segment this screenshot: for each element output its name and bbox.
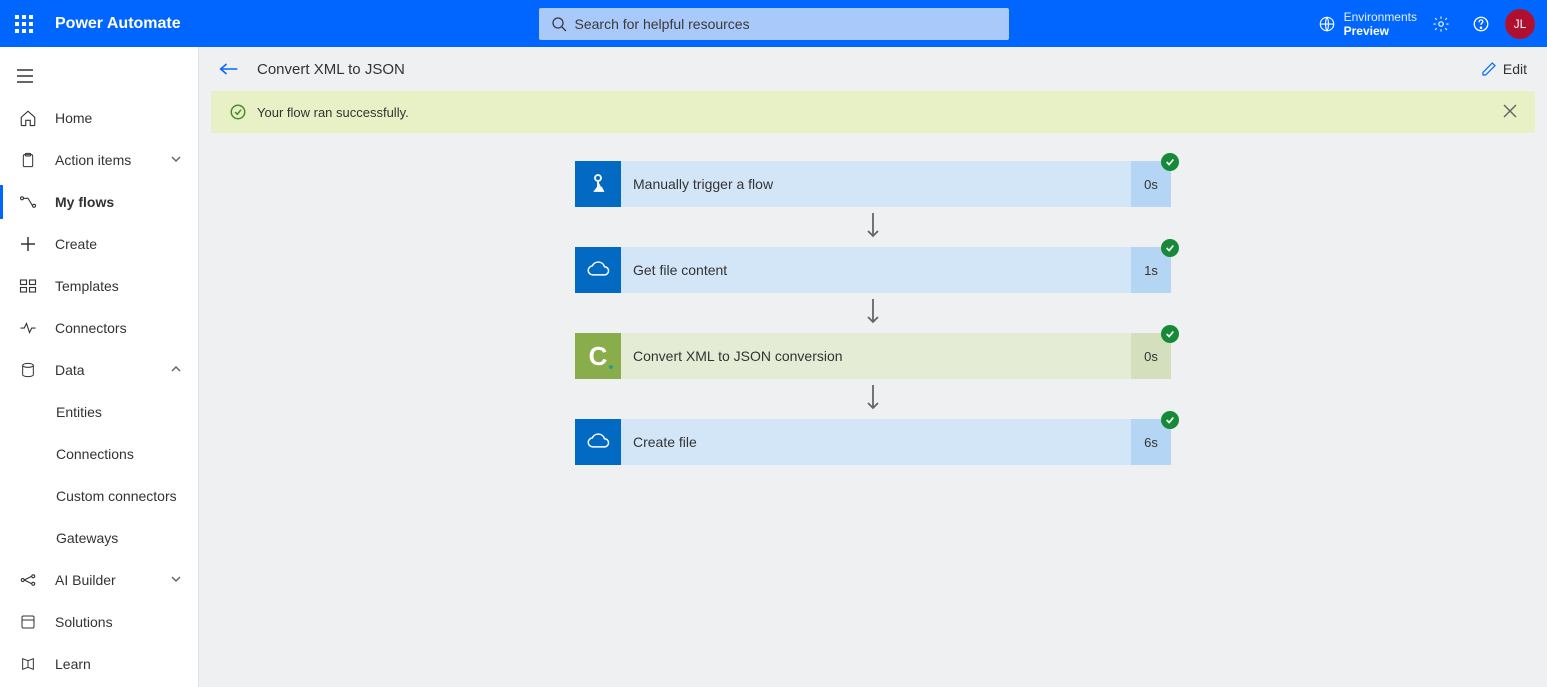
step-label: Convert XML to JSON conversion	[621, 333, 1131, 379]
env-label: Environments	[1344, 10, 1417, 24]
edit-button[interactable]: Edit	[1481, 61, 1527, 77]
search-container	[539, 8, 1009, 40]
app-launcher-button[interactable]	[0, 0, 47, 47]
success-badge-icon	[1161, 411, 1179, 429]
chevron-down-icon	[170, 573, 182, 585]
banner-text: Your flow ran successfully.	[257, 105, 409, 120]
step-icon	[575, 247, 621, 293]
nav-label: Create	[55, 236, 97, 252]
flow-arrow-icon	[866, 207, 880, 247]
titlebar: Convert XML to JSON Edit	[199, 47, 1547, 91]
gear-icon	[1432, 15, 1450, 33]
nav-learn[interactable]: Learn	[0, 643, 198, 685]
nav-action-items[interactable]: Action items	[0, 139, 198, 181]
nav-label: My flows	[55, 194, 114, 210]
close-icon	[1503, 104, 1517, 118]
banner-close-button[interactable]	[1503, 104, 1517, 121]
nav-label: Gateways	[56, 530, 118, 546]
nav-connections[interactable]: Connections	[0, 433, 198, 475]
step-label: Create file	[621, 419, 1131, 465]
page-title: Convert XML to JSON	[257, 61, 405, 78]
settings-button[interactable]	[1425, 8, 1457, 40]
back-button[interactable]	[219, 61, 239, 77]
nav-home[interactable]: Home	[0, 97, 198, 139]
success-banner: Your flow ran successfully.	[211, 91, 1535, 133]
nav-label: Solutions	[55, 614, 113, 630]
sidebar: Home Action items My flows Create Templa…	[0, 47, 199, 687]
step-label: Get file content	[621, 247, 1131, 293]
nav-label: Action items	[55, 152, 131, 168]
chevron-up-icon	[170, 363, 182, 375]
nav-my-flows[interactable]: My flows	[0, 181, 198, 223]
nav-label: Connectors	[55, 320, 127, 336]
nav-label: Learn	[55, 656, 91, 672]
main-content: Convert XML to JSON Edit Your flow ran s…	[199, 47, 1547, 687]
plus-icon	[20, 236, 36, 252]
nav-solutions[interactable]: Solutions	[0, 601, 198, 643]
flow-step[interactable]: CConvert XML to JSON conversion0s	[575, 333, 1171, 379]
templates-icon	[19, 278, 37, 294]
connector-icon	[19, 321, 37, 335]
flow-step[interactable]: Manually trigger a flow0s	[575, 161, 1171, 207]
sidebar-toggle[interactable]	[0, 55, 198, 97]
search-icon	[551, 16, 567, 32]
nav-create[interactable]: Create	[0, 223, 198, 265]
step-label: Manually trigger a flow	[621, 161, 1131, 207]
success-badge-icon	[1161, 153, 1179, 171]
nav-data[interactable]: Data	[0, 349, 198, 391]
chevron-down-icon	[170, 153, 182, 165]
success-badge-icon	[1161, 239, 1179, 257]
flow-canvas: Manually trigger a flow0s Get file conten…	[199, 133, 1547, 687]
flow-arrow-icon	[866, 293, 880, 333]
header-right: Environments Preview JL	[1318, 8, 1547, 40]
nav-gateways[interactable]: Gateways	[0, 517, 198, 559]
nav-label: AI Builder	[55, 572, 116, 588]
step-icon	[575, 161, 621, 207]
solutions-icon	[20, 614, 36, 630]
arrow-left-icon	[219, 61, 239, 77]
flow-icon	[19, 195, 37, 209]
nav-label: Entities	[56, 404, 102, 420]
nav-ai-builder[interactable]: AI Builder	[0, 559, 198, 601]
nav-entities[interactable]: Entities	[0, 391, 198, 433]
ai-icon	[19, 573, 37, 587]
help-button[interactable]	[1465, 8, 1497, 40]
book-icon	[20, 655, 36, 673]
app-header: Power Automate Environments Preview JL	[0, 0, 1547, 47]
clipboard-icon	[20, 151, 36, 169]
nav-templates[interactable]: Templates	[0, 265, 198, 307]
nav-label: Data	[55, 362, 85, 378]
env-value: Preview	[1344, 24, 1417, 38]
step-icon: C	[575, 333, 621, 379]
search-input[interactable]	[539, 8, 1009, 40]
user-avatar[interactable]: JL	[1505, 9, 1535, 39]
edit-label: Edit	[1503, 61, 1527, 77]
step-icon	[575, 419, 621, 465]
nav-label: Templates	[55, 278, 119, 294]
hamburger-icon	[17, 69, 33, 83]
database-icon	[20, 361, 36, 379]
flow-arrow-icon	[866, 379, 880, 419]
success-badge-icon	[1161, 325, 1179, 343]
brand-label: Power Automate	[55, 15, 181, 33]
flow-step[interactable]: Create file6s	[575, 419, 1171, 465]
flow-step[interactable]: Get file content1s	[575, 247, 1171, 293]
environment-picker[interactable]: Environments Preview	[1318, 10, 1417, 38]
home-icon	[19, 109, 37, 127]
check-circle-icon	[229, 103, 247, 121]
nav-label: Home	[55, 110, 92, 126]
pencil-icon	[1481, 61, 1497, 77]
nav-label: Connections	[56, 446, 134, 462]
globe-icon	[1318, 15, 1336, 33]
nav-label: Custom connectors	[56, 488, 177, 504]
question-icon	[1472, 15, 1490, 33]
nav-custom-connectors[interactable]: Custom connectors	[0, 475, 198, 517]
waffle-icon	[15, 15, 33, 33]
nav-connectors[interactable]: Connectors	[0, 307, 198, 349]
